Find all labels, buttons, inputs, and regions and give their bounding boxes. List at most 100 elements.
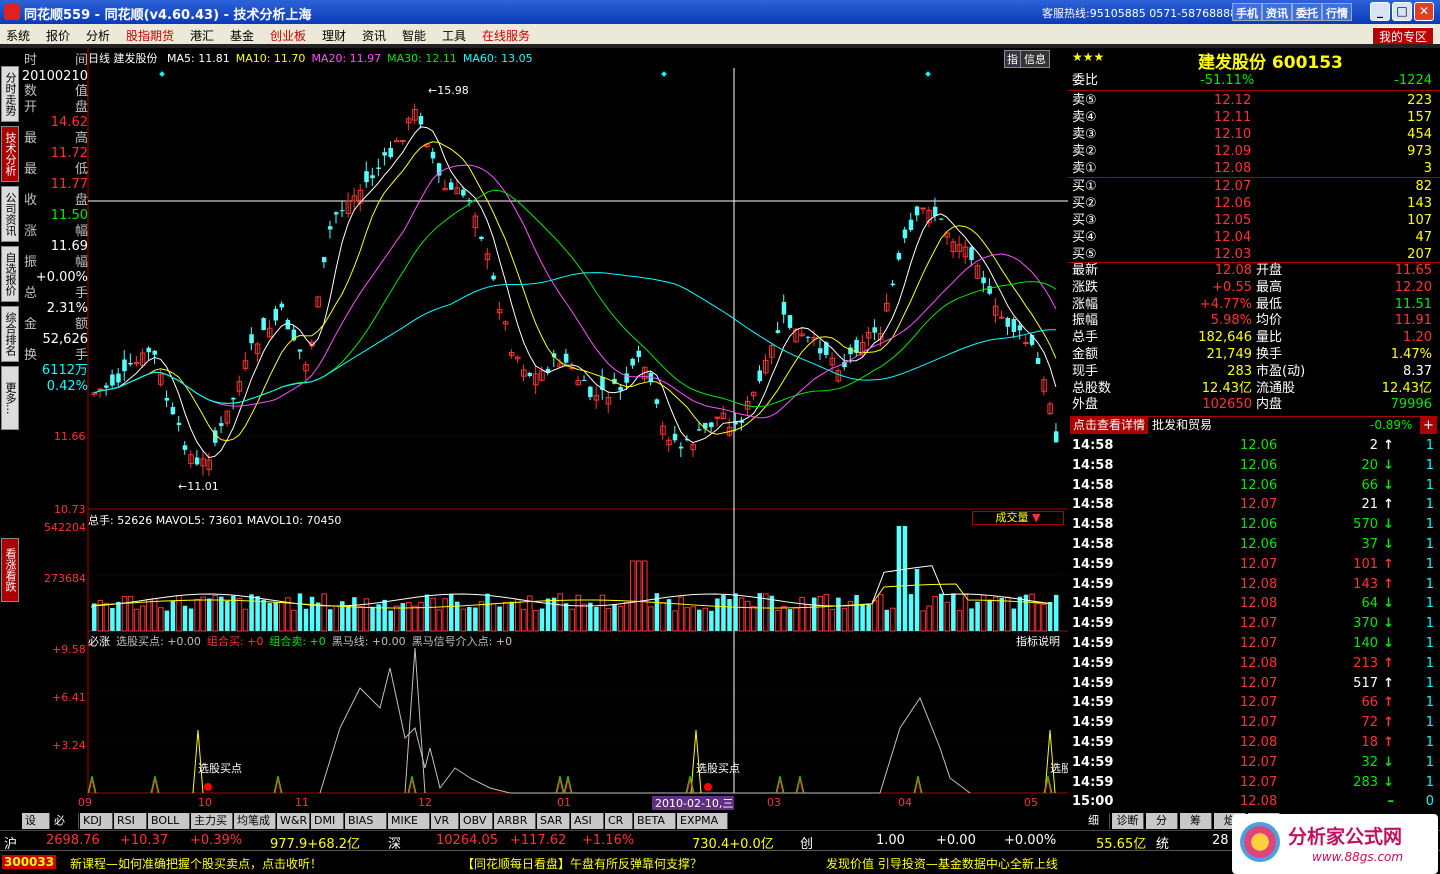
- tab-technical[interactable]: 技术分析: [1, 126, 19, 182]
- industry-pct: -0.89%: [1370, 418, 1413, 432]
- volume-bar: [509, 601, 514, 631]
- volume-bar: [309, 596, 315, 631]
- ma-label: MA5: 11.81: [167, 52, 230, 65]
- menu-gem[interactable]: 创业板: [270, 27, 306, 44]
- tick-volume: 21: [1361, 497, 1378, 513]
- menu-smart[interactable]: 智能: [402, 27, 426, 44]
- indicator-tab[interactable]: BIAS: [345, 813, 387, 829]
- tick-time: 14:59: [1072, 596, 1114, 612]
- menu-hk[interactable]: 港汇: [190, 27, 214, 44]
- indicator-tab[interactable]: ARBR: [494, 813, 536, 829]
- news-item[interactable]: 【同花顺每日看盘】午盘有所反弹靠何支撑？: [462, 855, 702, 872]
- candle-body: [999, 316, 1005, 319]
- plus-button[interactable]: +: [1420, 417, 1437, 434]
- data-window-row: 金额: [22, 316, 90, 333]
- menu-info[interactable]: 资讯: [362, 27, 386, 44]
- candle-body: [1011, 319, 1017, 332]
- mobile-button[interactable]: 手机: [1232, 3, 1262, 21]
- buy-price: 12.03: [1214, 247, 1252, 262]
- volume-bar: [497, 606, 502, 631]
- entrust-button[interactable]: 委托: [1292, 3, 1322, 21]
- volume-bar: [236, 597, 243, 632]
- menu-online[interactable]: 在线服务: [482, 27, 530, 44]
- data-window-value: 幅: [74, 254, 88, 270]
- tab-bullbear[interactable]: 看涨看跌: [1, 538, 19, 602]
- right-tab[interactable]: 诊断: [1112, 813, 1144, 829]
- indicator-tab[interactable]: BETA: [634, 813, 676, 829]
- volume-bar: [575, 594, 581, 632]
- indicator-tab[interactable]: 必涨: [51, 813, 79, 843]
- indicator-tab[interactable]: OBV: [460, 813, 493, 829]
- news-item[interactable]: 新课程—如何准确把握个股买卖点，点击收听！: [70, 855, 322, 872]
- news-button[interactable]: 资讯: [1262, 3, 1292, 21]
- candle-body: [1035, 358, 1041, 364]
- indicator-tab[interactable]: KDJ: [80, 813, 113, 829]
- menu-futures[interactable]: 股指期货: [126, 27, 174, 44]
- indicator-tab[interactable]: BOLL: [148, 813, 190, 829]
- arrow-down-icon: ↓: [1383, 616, 1394, 632]
- indicator-tab[interactable]: VR: [431, 813, 459, 829]
- news-item[interactable]: 发现价值 引导投资—基金数据中心全新上线: [826, 855, 1058, 872]
- tab-company[interactable]: 公司资讯: [1, 186, 19, 242]
- volume-bar: [715, 598, 720, 631]
- right-tab[interactable]: 分: [1146, 813, 1178, 829]
- indicator-tab[interactable]: ASI: [571, 813, 604, 829]
- volume-dropdown[interactable]: 成交量 ▼: [972, 511, 1064, 525]
- x-axis-label: 05: [1024, 796, 1038, 809]
- volume-bar: [721, 595, 726, 631]
- candle-body: [563, 353, 569, 363]
- right-tab[interactable]: 筹: [1180, 813, 1212, 829]
- volume-bar: [145, 599, 152, 632]
- menu-finance[interactable]: 理财: [322, 27, 346, 44]
- stat-value: 12.43亿: [1381, 380, 1432, 396]
- menu-fund[interactable]: 基金: [230, 27, 254, 44]
- close-button[interactable]: ✕: [1414, 2, 1434, 21]
- menu-tools[interactable]: 工具: [442, 27, 466, 44]
- menu-system[interactable]: 系统: [6, 27, 30, 44]
- volume-bar: [684, 607, 690, 632]
- tab-more[interactable]: 更多...: [1, 366, 19, 430]
- indicator-tab[interactable]: MIKE: [388, 813, 430, 829]
- chart-area[interactable]: ←15.98 ←11.01 09 10 11 12 01 03 04 05 2010-02-10,三…: [20, 48, 1068, 810]
- tick-row: 14:58 12.06 20 ↓ 1: [1070, 457, 1438, 474]
- candle-body: [104, 385, 109, 388]
- tick-count: 1: [1425, 477, 1434, 493]
- indicator-explain-link[interactable]: 指标说明: [1016, 633, 1060, 649]
- minimize-button[interactable]: _: [1370, 2, 1390, 21]
- volume-header: 总手: 52626 MAVOL5: 73601 MAVOL10: 70450: [88, 514, 342, 527]
- tab-watchlist[interactable]: 自选报价: [1, 246, 19, 302]
- volume-bar: [744, 600, 751, 632]
- indicator-tab[interactable]: EXPMA: [677, 813, 728, 829]
- volume-bar: [775, 609, 781, 632]
- indicator-tab[interactable]: 均笔成交: [234, 813, 276, 843]
- menu-quote[interactable]: 报价: [46, 27, 70, 44]
- indicator-tab[interactable]: W&R: [277, 813, 310, 829]
- arrow-up-icon: ↑: [1383, 675, 1394, 691]
- tick-time: 14:58: [1072, 517, 1114, 533]
- tab-intraday[interactable]: 分时走势: [1, 66, 19, 122]
- volume-bar: [594, 606, 599, 631]
- volume-bar: [352, 597, 357, 631]
- indicator-tab[interactable]: 主力买卖: [191, 813, 233, 843]
- indicator-tab[interactable]: 设置: [22, 813, 50, 843]
- market-button[interactable]: 行情: [1322, 3, 1352, 21]
- right-tab[interactable]: 细: [1078, 813, 1110, 829]
- info-button[interactable]: 信息: [1020, 50, 1050, 68]
- indicator-tab[interactable]: DMI: [311, 813, 344, 829]
- detail-button[interactable]: 点击查看详情: [1070, 417, 1149, 434]
- zhi-button[interactable]: 指: [1004, 50, 1021, 68]
- tick-row: 15:00 12.08 – 0: [1070, 793, 1438, 810]
- tick-volume: 213: [1353, 655, 1378, 671]
- menu-analysis[interactable]: 分析: [86, 27, 110, 44]
- tick-time: 14:58: [1072, 457, 1114, 473]
- maximize-button[interactable]: □: [1392, 2, 1412, 21]
- indicator-tab[interactable]: SAR: [537, 813, 570, 829]
- stat-value: 12.20: [1394, 279, 1432, 295]
- candle-body: [334, 212, 339, 215]
- status-item: 2698.76: [46, 833, 100, 848]
- indicator-tab[interactable]: CR: [605, 813, 633, 829]
- buy-price: 12.04: [1214, 230, 1252, 245]
- tab-ranking[interactable]: 综合排名: [1, 306, 19, 362]
- tick-row: 14:58 12.06 37 ↓ 1: [1070, 536, 1438, 553]
- indicator-tab[interactable]: RSI: [114, 813, 147, 829]
